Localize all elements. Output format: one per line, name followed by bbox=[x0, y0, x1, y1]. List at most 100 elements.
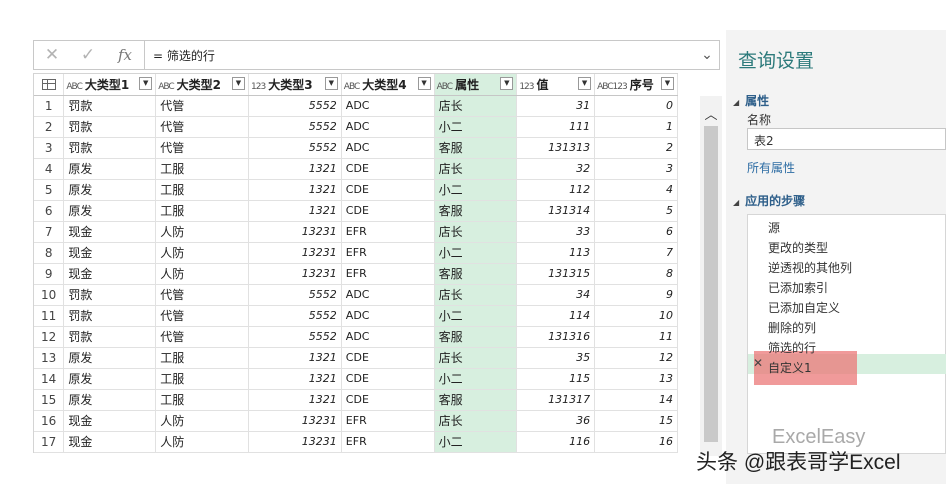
table-cell[interactable]: EFR bbox=[341, 431, 435, 453]
table-cell[interactable]: 店长 bbox=[434, 347, 518, 369]
chevron-down-icon[interactable]: ⌄ bbox=[695, 47, 719, 63]
table-cell[interactable]: 现金 bbox=[63, 242, 157, 264]
table-cell[interactable]: 35 bbox=[516, 347, 596, 369]
column-type-icon[interactable]: ABC bbox=[344, 82, 361, 92]
table-cell[interactable]: 罚款 bbox=[63, 284, 157, 306]
table-cell[interactable]: 现金 bbox=[63, 263, 157, 285]
table-cell[interactable]: 5 bbox=[594, 200, 678, 222]
table-cell[interactable]: 13231 bbox=[248, 221, 342, 243]
filter-dropdown-icon[interactable]: ▼ bbox=[232, 77, 245, 90]
table-cell[interactable]: 5552 bbox=[248, 137, 342, 159]
table-cell[interactable]: 12 bbox=[594, 347, 678, 369]
chevron-up-icon[interactable]: ︿ bbox=[700, 104, 722, 123]
check-icon[interactable]: ✓ bbox=[70, 45, 106, 65]
table-cell[interactable]: 工服 bbox=[155, 368, 249, 390]
filter-dropdown-icon[interactable]: ▼ bbox=[661, 77, 674, 90]
table-cell[interactable]: CDE bbox=[341, 368, 435, 390]
query-name-input[interactable]: 表2 bbox=[747, 128, 946, 150]
table-cell[interactable]: 33 bbox=[516, 221, 596, 243]
table-cell[interactable]: 罚款 bbox=[63, 95, 157, 117]
table-cell[interactable]: 现金 bbox=[63, 410, 157, 432]
filter-dropdown-icon[interactable]: ▼ bbox=[578, 77, 592, 90]
table-cell[interactable]: 客服 bbox=[434, 326, 518, 348]
table-cell[interactable]: 1321 bbox=[248, 200, 342, 222]
table-cell[interactable]: 14 bbox=[594, 389, 678, 411]
table-cell[interactable]: CDE bbox=[341, 389, 435, 411]
table-cell[interactable]: 客服 bbox=[434, 389, 518, 411]
table-cell[interactable]: 131316 bbox=[516, 326, 596, 348]
close-icon[interactable]: ✕ bbox=[34, 45, 70, 65]
table-cell[interactable]: 罚款 bbox=[63, 137, 157, 159]
table-cell[interactable]: 原发 bbox=[63, 158, 157, 180]
table-cell[interactable]: 人防 bbox=[155, 221, 249, 243]
table-cell[interactable]: EFR bbox=[341, 221, 435, 243]
table-cell[interactable]: 11 bbox=[594, 326, 678, 348]
filter-dropdown-icon[interactable]: ▼ bbox=[324, 77, 338, 90]
table-cell[interactable]: 原发 bbox=[63, 200, 157, 222]
table-cell[interactable]: 人防 bbox=[155, 263, 249, 285]
table-cell[interactable]: 小二 bbox=[434, 431, 518, 453]
table-cell[interactable]: 店长 bbox=[434, 221, 518, 243]
filter-dropdown-icon[interactable]: ▼ bbox=[500, 77, 514, 90]
properties-section-header[interactable]: ◢ 属性 bbox=[733, 92, 769, 109]
column-type-icon[interactable]: ABC bbox=[158, 82, 175, 92]
table-cell[interactable]: 店长 bbox=[434, 410, 518, 432]
table-cell[interactable]: ADC bbox=[341, 137, 435, 159]
table-cell[interactable]: CDE bbox=[341, 347, 435, 369]
table-cell[interactable]: 7 bbox=[594, 242, 678, 264]
table-cell[interactable]: EFR bbox=[341, 410, 435, 432]
table-cell[interactable]: ADC bbox=[341, 305, 435, 327]
table-cell[interactable]: CDE bbox=[341, 158, 435, 180]
table-cell[interactable]: 小二 bbox=[434, 242, 518, 264]
applied-step-item[interactable]: 自定义1 bbox=[768, 359, 812, 376]
table-cell[interactable]: 罚款 bbox=[63, 326, 157, 348]
table-cell[interactable]: 人防 bbox=[155, 242, 249, 264]
table-cell[interactable]: 13231 bbox=[248, 431, 342, 453]
table-cell[interactable]: 工服 bbox=[155, 347, 249, 369]
table-cell[interactable]: 店长 bbox=[434, 158, 518, 180]
table-cell[interactable]: 111 bbox=[516, 116, 596, 138]
table-cell[interactable]: 13 bbox=[594, 368, 678, 390]
applied-step-item[interactable]: 已添加索引 bbox=[768, 279, 828, 296]
table-cell[interactable]: 现金 bbox=[63, 221, 157, 243]
column-type-icon[interactable]: ABC bbox=[437, 82, 454, 92]
table-cell[interactable]: 131315 bbox=[516, 263, 596, 285]
table-cell[interactable]: 店长 bbox=[434, 284, 518, 306]
table-cell[interactable]: 1321 bbox=[248, 347, 342, 369]
applied-step-item[interactable]: 筛选的行 bbox=[768, 339, 816, 356]
table-cell[interactable]: 人防 bbox=[155, 431, 249, 453]
table-cell[interactable]: 31 bbox=[516, 95, 596, 117]
table-cell[interactable]: 13231 bbox=[248, 263, 342, 285]
table-cell[interactable]: 6 bbox=[594, 221, 678, 243]
table-cell[interactable]: 代管 bbox=[155, 95, 249, 117]
table-cell[interactable]: 工服 bbox=[155, 179, 249, 201]
table-cell[interactable]: 工服 bbox=[155, 389, 249, 411]
table-cell[interactable]: 5552 bbox=[248, 284, 342, 306]
table-cell[interactable]: 代管 bbox=[155, 305, 249, 327]
table-cell[interactable]: 1321 bbox=[248, 389, 342, 411]
table-cell[interactable]: 代管 bbox=[155, 137, 249, 159]
formula-input[interactable]: = 筛选的行 bbox=[145, 47, 695, 64]
table-cell[interactable]: 32 bbox=[516, 158, 596, 180]
table-cell[interactable]: 16 bbox=[594, 431, 678, 453]
filter-dropdown-icon[interactable]: ▼ bbox=[417, 77, 431, 90]
delete-step-icon[interactable]: ✕ bbox=[753, 356, 763, 370]
table-cell[interactable]: 113 bbox=[516, 242, 596, 264]
column-header[interactable]: 123 大类型3 ▼ bbox=[248, 74, 342, 96]
table-cell[interactable]: ADC bbox=[341, 284, 435, 306]
applied-step-item[interactable]: 已添加自定义 bbox=[768, 299, 840, 316]
filter-dropdown-icon[interactable]: ▼ bbox=[139, 77, 153, 90]
table-cell[interactable]: 114 bbox=[516, 305, 596, 327]
table-cell[interactable]: 15 bbox=[594, 410, 678, 432]
table-cell[interactable]: 罚款 bbox=[63, 305, 157, 327]
table-cell[interactable]: 原发 bbox=[63, 368, 157, 390]
column-type-icon[interactable]: ABC123 bbox=[597, 82, 628, 92]
column-header[interactable]: 123 值 ▼ bbox=[516, 74, 596, 96]
table-cell[interactable]: 8 bbox=[594, 263, 678, 285]
table-cell[interactable]: 36 bbox=[516, 410, 596, 432]
table-menu-button[interactable] bbox=[34, 74, 65, 96]
scrollbar-thumb[interactable] bbox=[704, 126, 718, 442]
applied-step-item[interactable]: 源 bbox=[768, 219, 780, 236]
table-cell[interactable]: 0 bbox=[594, 95, 678, 117]
table-cell[interactable]: 代管 bbox=[155, 326, 249, 348]
